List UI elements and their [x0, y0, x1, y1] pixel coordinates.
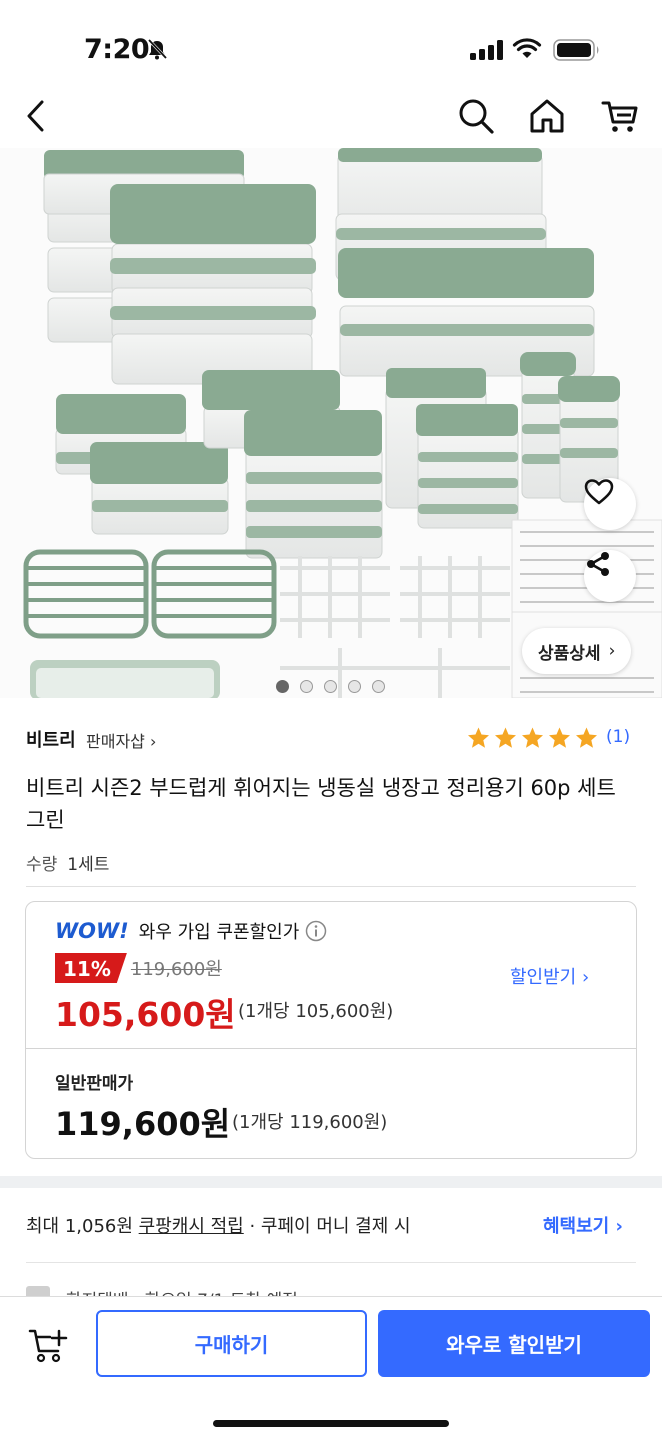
bell-off-icon: [147, 38, 168, 60]
chevron-right-icon: ›: [149, 732, 157, 751]
wow-coupon-row: WOW! 와우 가입 쿠폰할인가: [55, 918, 327, 944]
star-icon: [549, 727, 570, 748]
normal-unit-price: (1개당 119,600원): [232, 1112, 388, 1133]
divider: [26, 1048, 636, 1049]
bottom-action-bar: 구매하기 와우로 할인받기: [0, 1296, 662, 1440]
brand-name[interactable]: 비트리: [26, 726, 76, 752]
home-icon[interactable]: [527, 96, 567, 136]
wow-unit-price: (1개당 105,600원): [238, 1001, 394, 1022]
heart-icon: [584, 479, 614, 505]
home-indicator: [213, 1420, 449, 1427]
share-button[interactable]: [584, 550, 636, 602]
benefit-view-link[interactable]: 혜택보기 ›: [543, 1212, 623, 1238]
get-discount-link[interactable]: 할인받기 ›: [510, 963, 589, 989]
product-image: [23, 148, 662, 698]
share-icon: [587, 552, 609, 576]
product-detail-label: 상품상세: [538, 643, 601, 664]
section-separator: [0, 1176, 662, 1188]
carousel-dot[interactable]: [324, 680, 337, 693]
wow-discount-button[interactable]: 와우로 할인받기: [378, 1310, 650, 1377]
star-icon: [522, 727, 543, 748]
rating-stars[interactable]: [466, 726, 599, 750]
battery-icon: [553, 39, 599, 61]
back-icon[interactable]: [22, 98, 52, 134]
seller-shop-label: 판매자샵: [86, 732, 145, 751]
carousel-dot[interactable]: [276, 680, 289, 693]
quantity-row: 수량 1세트: [26, 850, 109, 875]
review-count[interactable]: (1): [606, 727, 630, 747]
divider: [26, 886, 636, 887]
top-nav: [0, 96, 662, 148]
price-card: WOW! 와우 가입 쿠폰할인가 11% 119,600원 105,600원 (…: [25, 901, 637, 1159]
carousel-indicator: [276, 680, 385, 693]
star-icon: [495, 727, 516, 748]
product-image-carousel[interactable]: 상품상세 ›: [0, 148, 662, 698]
benefit-suffix: · 쿠페이 머니 결제 시: [243, 1216, 411, 1237]
chevron-right-icon: ›: [608, 641, 616, 661]
wishlist-button[interactable]: [584, 478, 636, 530]
delivery-row: 화지택배 · 화요일 7/1 도착 예정: [26, 1284, 636, 1296]
wow-price: 105,600원: [55, 995, 236, 1034]
discount-row: 11% 119,600원: [55, 953, 222, 983]
product-title: 비트리 시즌2 부드럽게 휘어지는 냉동실 냉장고 정리용기 60p 세트 그린: [26, 776, 616, 832]
seller-row: 비트리 판매자샵 › (1): [26, 722, 636, 756]
truck-icon: [26, 1286, 50, 1296]
original-price: 119,600원: [130, 959, 222, 980]
benefit-prefix: 최대 1,056원: [26, 1216, 139, 1237]
discount-badge: 11%: [55, 953, 127, 983]
product-detail-button[interactable]: 상품상세 ›: [522, 628, 632, 674]
wifi-icon: [512, 38, 542, 58]
quantity-value: 1세트: [67, 855, 110, 875]
status-bar: 7:20: [0, 0, 662, 96]
wow-coupon-label: 와우 가입 쿠폰할인가: [138, 922, 300, 943]
coupang-cash-link[interactable]: 쿠팡캐시 적립: [139, 1216, 244, 1237]
status-time: 7:20: [84, 34, 150, 65]
quantity-label: 수량: [26, 855, 58, 875]
signal-icon: [470, 40, 503, 60]
normal-price: 119,600원: [55, 1105, 231, 1143]
wow-logo: WOW!: [55, 919, 129, 943]
star-icon: [468, 727, 489, 748]
info-icon[interactable]: [305, 920, 327, 942]
carousel-dot[interactable]: [372, 680, 385, 693]
buy-button[interactable]: 구매하기: [96, 1310, 367, 1377]
divider: [26, 1262, 636, 1263]
seller-shop-link[interactable]: 판매자샵 ›: [86, 728, 156, 752]
normal-price-label: 일반판매가: [55, 1074, 134, 1094]
cart-icon[interactable]: [600, 96, 640, 136]
carousel-dot[interactable]: [300, 680, 313, 693]
delivery-text: 화지택배 · 화요일 7/1 도착 예정: [66, 1286, 298, 1296]
carousel-dot[interactable]: [348, 680, 361, 693]
star-icon: [576, 727, 597, 748]
search-icon[interactable]: [456, 96, 496, 136]
add-to-cart-icon[interactable]: [28, 1325, 70, 1367]
